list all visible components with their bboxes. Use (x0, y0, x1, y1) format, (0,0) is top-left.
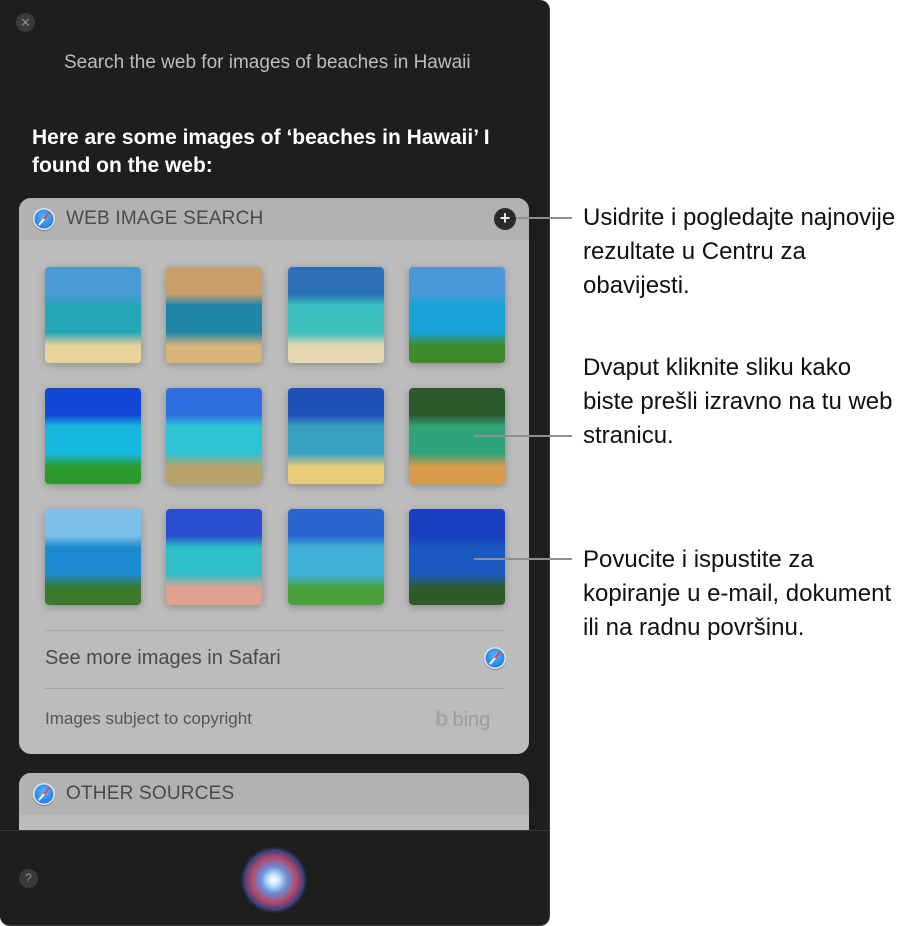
copyright-notice: Images subject to copyright (45, 709, 252, 728)
safari-icon (33, 208, 55, 230)
divider (45, 630, 505, 631)
callout-double-click: Dvaput kliknite sliku kako biste prešli … (583, 354, 893, 449)
image-thumbnail[interactable] (166, 509, 262, 605)
user-query: Search the web for images of beaches in … (64, 52, 471, 73)
divider (45, 688, 505, 689)
safari-icon[interactable] (484, 647, 506, 669)
image-thumbnail[interactable] (288, 267, 384, 363)
pin-to-notification-center-button[interactable]: + (494, 208, 516, 230)
card-title: OTHER SOURCES (66, 783, 235, 804)
siri-window: ✕ Search the web for images of beaches i… (0, 0, 550, 926)
callout-line (516, 217, 572, 219)
card-header: OTHER SOURCES (19, 773, 529, 815)
image-thumbnail[interactable] (45, 267, 141, 363)
siri-bottom-bar: ? (0, 830, 549, 925)
callout-drag-drop: Povucite i ispustite za kopiranje u e-ma… (583, 546, 892, 641)
question-icon[interactable]: ? (19, 869, 38, 888)
image-thumbnail[interactable] (409, 267, 505, 363)
image-thumbnail[interactable] (166, 267, 262, 363)
bing-logo: b bing (435, 706, 491, 731)
callout-line (474, 558, 572, 560)
see-more-in-safari-link[interactable]: See more images in Safari (45, 644, 281, 672)
image-thumbnail[interactable] (288, 388, 384, 484)
image-thumbnail[interactable] (166, 388, 262, 484)
close-icon[interactable]: ✕ (16, 13, 35, 32)
card-header: WEB IMAGE SEARCH + (19, 198, 529, 240)
card-title: WEB IMAGE SEARCH (66, 208, 264, 229)
image-grid (45, 267, 505, 605)
siri-orb-icon[interactable] (243, 849, 305, 911)
web-image-search-card: WEB IMAGE SEARCH + See more images in Sa… (19, 198, 529, 754)
image-thumbnail[interactable] (45, 509, 141, 605)
callout-line (474, 435, 572, 437)
image-thumbnail[interactable] (45, 388, 141, 484)
bing-icon: b (435, 706, 449, 731)
image-thumbnail[interactable] (288, 509, 384, 605)
safari-icon (33, 783, 55, 805)
image-thumbnail[interactable] (409, 509, 505, 605)
callout-pin-results: Usidrite i pogledajte najnovije rezultat… (583, 204, 896, 299)
siri-response: Here are some images of ‘beaches in Hawa… (32, 126, 490, 177)
